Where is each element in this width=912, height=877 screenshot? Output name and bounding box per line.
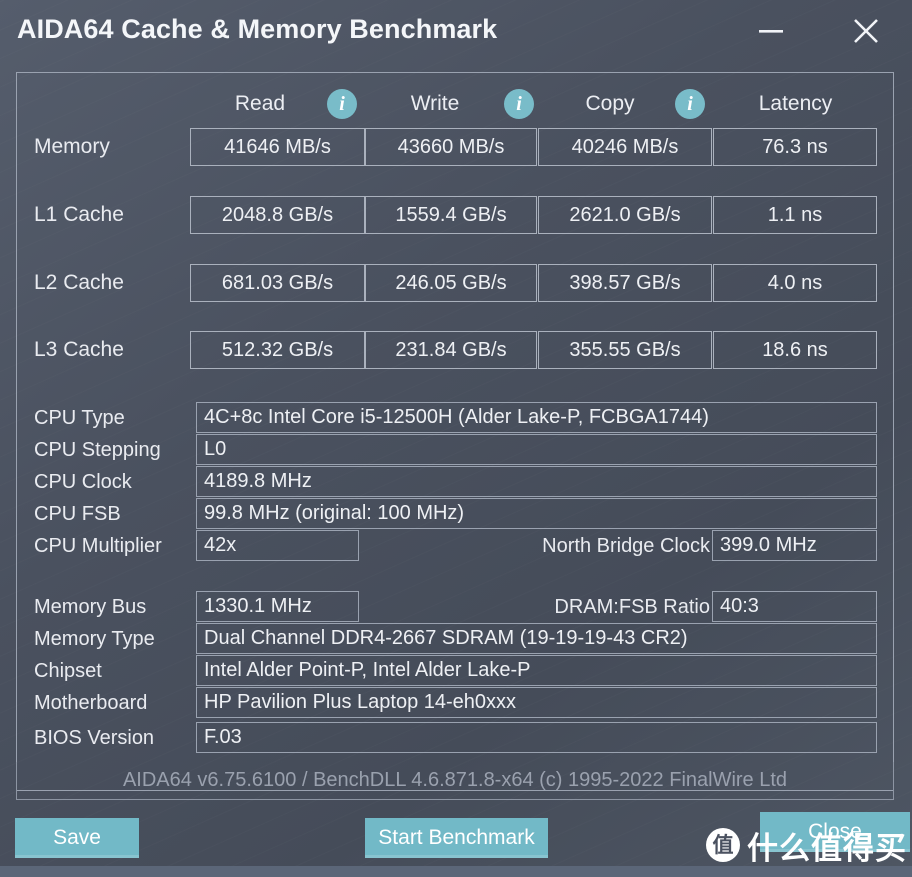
minimize-icon <box>759 30 783 33</box>
write-info-icon[interactable]: i <box>504 89 534 119</box>
version-info: AIDA64 v6.75.6100 / BenchDLL 4.6.871.8-x… <box>16 762 894 800</box>
window-title: AIDA64 Cache & Memory Benchmark <box>17 14 498 44</box>
memory-latency-value: 76.3 ns <box>713 128 877 166</box>
label-cpu-clock: CPU Clock <box>34 471 132 493</box>
row-label-l3-cache: L3 Cache <box>34 338 124 361</box>
bottom-strip <box>0 866 912 877</box>
memory-write-value: 43660 MB/s <box>365 128 537 166</box>
copy-info-icon[interactable]: i <box>675 89 705 119</box>
value-dram-fsb-ratio: 40:3 <box>712 591 877 622</box>
value-cpu-stepping: L0 <box>196 434 877 465</box>
value-cpu-multiplier: 42x <box>196 530 359 561</box>
l2-read-value: 681.03 GB/s <box>190 264 365 302</box>
label-north-bridge-clock: North Bridge Clock <box>542 535 710 557</box>
value-north-bridge-clock: 399.0 MHz <box>712 530 877 561</box>
label-memory-bus: Memory Bus <box>34 596 147 618</box>
label-cpu-stepping: CPU Stepping <box>34 439 161 461</box>
label-motherboard: Motherboard <box>34 692 148 714</box>
column-header-copy: Copy <box>585 92 635 115</box>
label-dram-fsb-ratio: DRAM:FSB Ratio <box>554 596 710 618</box>
value-memory-bus: 1330.1 MHz <box>196 591 359 622</box>
minimize-button[interactable] <box>747 8 795 54</box>
label-bios-version: BIOS Version <box>34 727 155 749</box>
value-cpu-type: 4C+8c Intel Core i5-12500H (Alder Lake-P… <box>196 402 877 433</box>
l3-copy-value: 355.55 GB/s <box>538 331 712 369</box>
memory-read-value: 41646 MB/s <box>190 128 365 166</box>
l3-latency-value: 18.6 ns <box>713 331 877 369</box>
aida64-window: AIDA64 Cache & Memory Benchmark Read i W… <box>0 0 912 877</box>
close-button[interactable]: Close <box>760 812 910 852</box>
value-bios-version: F.03 <box>196 722 877 753</box>
column-header-write: Write <box>410 92 460 115</box>
memory-copy-value: 40246 MB/s <box>538 128 712 166</box>
save-button[interactable]: Save <box>15 818 139 858</box>
value-cpu-clock: 4189.8 MHz <box>196 466 877 497</box>
l2-copy-value: 398.57 GB/s <box>538 264 712 302</box>
title-bar: AIDA64 Cache & Memory Benchmark <box>0 0 912 66</box>
value-memory-type: Dual Channel DDR4-2667 SDRAM (19-19-19-4… <box>196 623 877 654</box>
label-chipset: Chipset <box>34 660 102 682</box>
l1-read-value: 2048.8 GB/s <box>190 196 365 234</box>
l3-write-value: 231.84 GB/s <box>365 331 537 369</box>
close-window-button[interactable] <box>842 8 890 54</box>
l1-copy-value: 2621.0 GB/s <box>538 196 712 234</box>
watermark-badge-icon: 值 <box>706 828 740 862</box>
row-label-l1-cache: L1 Cache <box>34 203 124 226</box>
column-header-latency: Latency <box>758 92 833 115</box>
start-benchmark-button[interactable]: Start Benchmark <box>365 818 548 858</box>
l3-read-value: 512.32 GB/s <box>190 331 365 369</box>
l2-write-value: 246.05 GB/s <box>365 264 537 302</box>
value-chipset: Intel Alder Point-P, Intel Alder Lake-P <box>196 655 877 686</box>
value-cpu-fsb: 99.8 MHz (original: 100 MHz) <box>196 498 877 529</box>
label-cpu-type: CPU Type <box>34 407 125 429</box>
l2-latency-value: 4.0 ns <box>713 264 877 302</box>
read-info-icon[interactable]: i <box>327 89 357 119</box>
l1-write-value: 1559.4 GB/s <box>365 196 537 234</box>
row-label-memory: Memory <box>34 135 110 158</box>
label-cpu-fsb: CPU FSB <box>34 503 121 525</box>
close-icon <box>854 19 878 43</box>
row-label-l2-cache: L2 Cache <box>34 271 124 294</box>
value-motherboard: HP Pavilion Plus Laptop 14-eh0xxx <box>196 687 877 718</box>
column-header-read: Read <box>234 92 286 115</box>
label-cpu-multiplier: CPU Multiplier <box>34 535 162 557</box>
label-memory-type: Memory Type <box>34 628 155 650</box>
l1-latency-value: 1.1 ns <box>713 196 877 234</box>
